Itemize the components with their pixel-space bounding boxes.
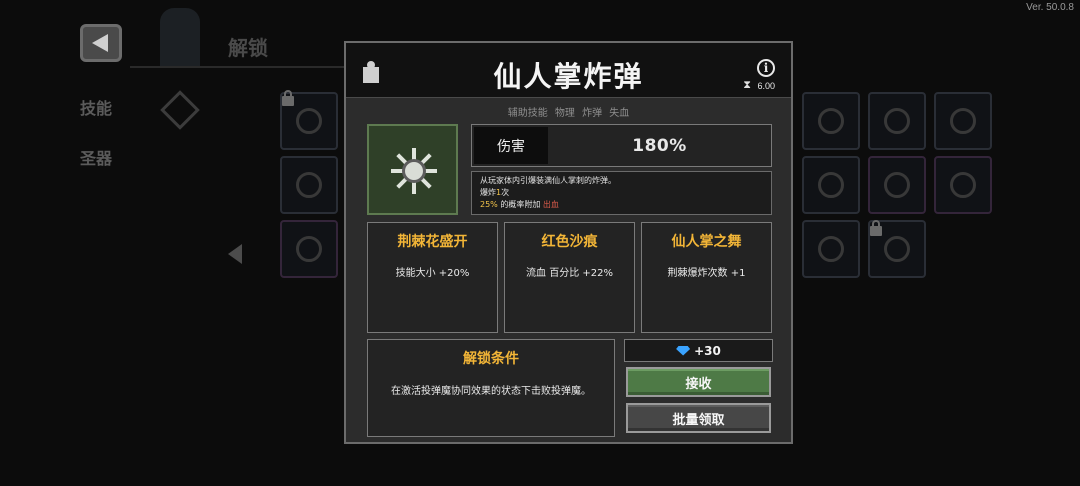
back-button[interactable] <box>80 24 122 62</box>
dialog-header: 仙人掌炸弹 i ⧗ 6.00 <box>346 43 791 98</box>
tag: 物理 <box>554 108 575 119</box>
skill-slot[interactable] <box>934 156 992 214</box>
skill-icon-frame <box>367 124 458 215</box>
description-line: 爆炸1次 <box>480 188 510 197</box>
skill-slot[interactable] <box>802 220 860 278</box>
tag: 辅助技能 <box>507 108 548 119</box>
skill-slot[interactable] <box>802 156 860 214</box>
skill-tags: 辅助技能 物理 炸弹 失血 <box>346 104 791 119</box>
upgrade-name: 仙人掌之舞 <box>671 234 742 250</box>
skill-slot-icon <box>296 108 322 134</box>
tab-skills[interactable]: 技能 <box>80 95 112 119</box>
skill-slot-icon <box>296 236 322 262</box>
skill-slot[interactable] <box>280 156 338 214</box>
title-divider <box>130 66 345 68</box>
tag: 炸弹 <box>582 108 603 119</box>
bulk-claim-button[interactable]: 批量领取 <box>626 403 771 433</box>
unlock-condition-box: 解锁条件 在激活投弹魔协同效果的状态下击败投弹魔。 <box>367 339 615 437</box>
skill-slot[interactable] <box>934 92 992 150</box>
prev-page-arrow[interactable] <box>228 244 242 264</box>
diamond-icon <box>676 345 691 356</box>
skill-slot-icon <box>818 236 844 262</box>
character-portrait <box>160 8 200 68</box>
skill-slot[interactable] <box>868 156 926 214</box>
unlock-condition-title: 解锁条件 <box>463 351 519 367</box>
page-title: 解锁 <box>228 36 268 60</box>
skill-slot[interactable] <box>802 92 860 150</box>
description-line: 25% 的概率附加 出血 <box>480 200 559 209</box>
unlock-condition-text: 在激活投弹魔协同效果的状态下击败投弹魔。 <box>391 386 591 397</box>
skill-description: 从玩家体内引爆装满仙人掌刺的炸弹。 爆炸1次 25% 的概率附加 出血 <box>471 171 772 215</box>
upgrade-name: 红色沙痕 <box>541 234 598 250</box>
description-line: 从玩家体内引爆装满仙人掌刺的炸弹。 <box>480 176 616 185</box>
upgrade-stat: 流血 百分比 +22% <box>526 268 613 279</box>
cactus-bomb-icon <box>391 148 437 194</box>
damage-label: 伤害 <box>474 127 548 164</box>
skill-slot-icon <box>818 172 844 198</box>
upgrade-stat: 荆棘爆炸次数 +1 <box>667 268 746 279</box>
damage-value: 180% <box>632 135 687 156</box>
reward-amount: +30 <box>694 343 721 358</box>
skill-slot-icon <box>950 172 976 198</box>
accept-button[interactable]: 接收 <box>626 367 771 397</box>
skill-slot-icon <box>884 172 910 198</box>
skill-detail-dialog: 仙人掌炸弹 i ⧗ 6.00 辅助技能 物理 炸弹 失血 伤害 180% 从玩家… <box>344 41 793 444</box>
version-label: Ver. 50.0.8 <box>1026 2 1074 13</box>
hourglass-icon: ⧗ <box>743 78 751 91</box>
upgrade-card: 荆棘花盛开 技能大小 +20% <box>367 222 498 333</box>
skill-slot[interactable] <box>280 220 338 278</box>
damage-row: 伤害 180% <box>471 124 772 167</box>
info-icon[interactable]: i <box>757 59 775 77</box>
cooldown-value: 6.00 <box>757 81 775 91</box>
skill-slot-icon <box>950 108 976 134</box>
upgrade-card: 红色沙痕 流血 百分比 +22% <box>504 222 635 333</box>
lock-icon <box>282 90 294 106</box>
skill-slot-icon <box>818 108 844 134</box>
upgrade-card: 仙人掌之舞 荆棘爆炸次数 +1 <box>641 222 772 333</box>
upgrade-stat: 技能大小 +20% <box>395 268 470 279</box>
lock-icon <box>870 220 882 236</box>
skill-slot-icon <box>884 108 910 134</box>
tag: 失血 <box>609 108 630 119</box>
skill-slot[interactable] <box>868 92 926 150</box>
skill-slot-icon <box>884 236 910 262</box>
search-filter-icon[interactable] <box>160 90 200 130</box>
tab-relics[interactable]: 圣器 <box>80 145 112 169</box>
upgrade-name: 荆棘花盛开 <box>397 234 468 250</box>
reward-display: +30 <box>624 339 773 362</box>
skill-title: 仙人掌炸弹 <box>493 60 644 93</box>
skill-slot-icon <box>296 172 322 198</box>
